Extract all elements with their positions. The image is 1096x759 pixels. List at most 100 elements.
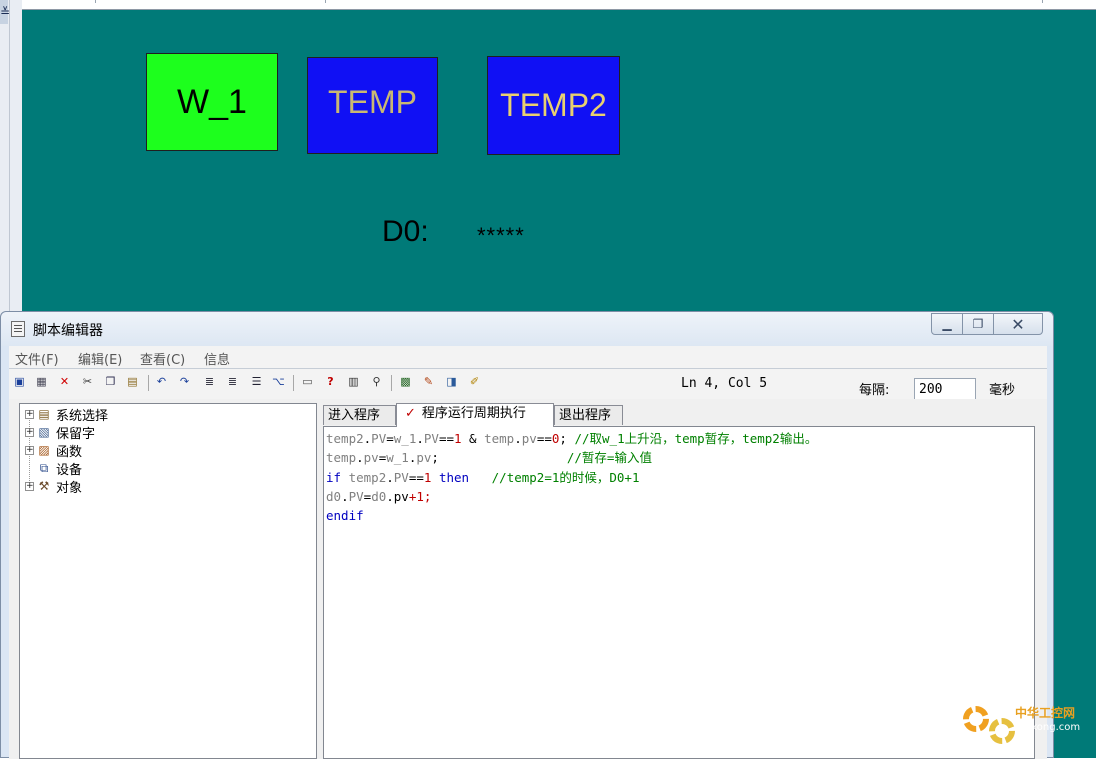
code-token: ;	[431, 450, 439, 466]
temp-indicator[interactable]: TEMP	[307, 57, 438, 154]
code-line[interactable]: temp2.PV=w_1.PV==1 & temp.pv==0; //取w_1上…	[326, 429, 1034, 448]
code-token: =	[386, 431, 394, 446]
script-icon	[11, 321, 25, 337]
code-token: pv	[393, 488, 409, 504]
device-icon: ⧉	[39, 461, 49, 475]
code-token: PV	[348, 488, 364, 504]
code-line[interactable]: endif	[326, 506, 1034, 525]
message-icon[interactable]: ▭	[300, 374, 315, 389]
tab-exit-program[interactable]: 退出程序	[554, 405, 623, 425]
code-token: pv	[363, 450, 379, 466]
code-line[interactable]: if temp2.PV==1 then //temp2=1的时候，D0+1	[326, 468, 1034, 487]
code-token: ==	[438, 431, 454, 446]
code-token: ==	[408, 469, 424, 485]
function-icon: ▨	[38, 443, 50, 457]
outdent-icon[interactable]: ≣	[225, 374, 240, 389]
tree-item-system[interactable]: + ▤ 系统选择	[25, 405, 108, 424]
undo-icon[interactable]: ↶	[154, 374, 169, 389]
book-icon[interactable]: ▥	[346, 374, 361, 389]
code-token: d0	[371, 488, 387, 504]
gear-icon	[989, 718, 1015, 744]
save-all-icon[interactable]: ▦	[34, 374, 49, 389]
cut-icon[interactable]: ✂	[80, 374, 95, 389]
watermark-text: 中华工控网	[1015, 706, 1076, 720]
tree-item-label: 对象	[56, 480, 83, 496]
d0-label: D0:	[382, 215, 429, 248]
code-editor[interactable]: temp2.PV=w_1.PV==1 & temp.pv==0; //取w_1上…	[323, 426, 1035, 759]
pen-icon[interactable]: ✐	[467, 374, 482, 389]
watermark-url: gkong.com	[1025, 722, 1081, 733]
image-icon[interactable]: ▩	[398, 374, 413, 389]
minimize-button[interactable]: ▁	[931, 313, 963, 335]
tree-item-reserved[interactable]: + ▧ 保留字	[25, 423, 96, 442]
w1-indicator[interactable]: W_1	[146, 53, 278, 151]
tab-enter-program[interactable]: 进入程序	[323, 405, 396, 425]
maximize-button[interactable]: ❐	[962, 313, 994, 335]
expand-icon[interactable]: +	[25, 445, 34, 455]
code-token: endif	[326, 508, 364, 524]
toolbar: ▣ ▦ ✕ ✂ ❐ ▤ ↶ ↷ ≣ ≣ ☰ ⌥ ▭ ? ▥ ⚲ ▩ ✎ ◨ ✐	[9, 369, 1047, 399]
save-icon[interactable]: ▣	[12, 374, 27, 389]
copy-icon[interactable]: ❐	[103, 374, 118, 389]
tree-item-objects[interactable]: + ⚒ 对象	[25, 477, 83, 496]
function-tree[interactable]: + ▤ 系统选择 + ▧ 保留字 + ▨ 函数 ⧉ 设备 + ⚒ 对象	[19, 403, 317, 759]
code-token: pv	[521, 431, 537, 446]
delete-icon[interactable]: ✕	[57, 374, 72, 389]
editor-client-area: + ▤ 系统选择 + ▧ 保留字 + ▨ 函数 ⧉ 设备 + ⚒ 对象 进入程序…	[9, 399, 1047, 759]
menu-file[interactable]: 文件(F)	[15, 349, 59, 368]
title-bar[interactable]: 脚本编辑器 ▁ ❐ ✕	[1, 312, 1053, 346]
code-token: temp	[326, 450, 357, 466]
folder-icon: ▤	[38, 407, 50, 421]
toolbar-separator	[391, 375, 392, 391]
tab-label: 退出程序	[559, 408, 612, 423]
tab-cycle-program[interactable]: ✓ 程序运行周期执行	[396, 403, 554, 427]
close-button[interactable]: ✕	[993, 313, 1043, 335]
toolbar-separator	[293, 375, 294, 391]
cursor-position: Ln 4, Col 5	[681, 376, 768, 391]
help-icon[interactable]: ?	[323, 374, 338, 389]
indent-icon[interactable]: ≣	[202, 374, 217, 389]
check-icon: ✓	[405, 406, 416, 421]
code-line[interactable]: d0.PV=d0.pv+1;	[326, 487, 1034, 506]
tab-label: 进入程序	[328, 408, 381, 423]
tree-item-devices[interactable]: ⧉ 设备	[25, 459, 82, 478]
code-token: PV	[393, 469, 409, 485]
code-token: 1	[454, 431, 462, 446]
code-token: .	[356, 450, 364, 466]
code-token: then	[438, 469, 470, 485]
watermark: 中华工控网 gkong.com	[955, 700, 1085, 752]
code-token: .	[386, 488, 394, 504]
menu-view[interactable]: 查看(C)	[140, 349, 185, 368]
d0-value-display[interactable]: *****	[477, 223, 525, 249]
tree-item-functions[interactable]: + ▨ 函数	[25, 441, 82, 460]
wrench-icon[interactable]: ⚲	[369, 374, 384, 389]
toolbar-separator	[148, 375, 149, 391]
script-editor-window: 脚本编辑器 ▁ ❐ ✕ 文件(F) 编辑(E) 查看(C) 信息 ▣ ▦ ✕ ✂…	[0, 311, 1054, 759]
code-token: //temp2=1的时候，D0+1	[469, 469, 640, 485]
object-icon[interactable]: ◨	[444, 374, 459, 389]
code-token: .	[341, 488, 349, 504]
expand-icon[interactable]: +	[25, 409, 34, 419]
temp2-label: TEMP2	[500, 87, 607, 123]
code-token: +1;	[408, 488, 432, 504]
interval-input[interactable]: 200	[914, 378, 976, 400]
code-token: &	[461, 431, 485, 446]
code-token: .	[416, 431, 424, 446]
comment-icon[interactable]: ☰	[249, 374, 264, 389]
code-token: //暂存=输入值	[438, 450, 652, 466]
left-panel-tab[interactable]: ≚	[0, 0, 10, 24]
objects-icon: ⚒	[38, 479, 50, 493]
temp2-indicator[interactable]: TEMP2	[487, 56, 620, 155]
menu-edit[interactable]: 编辑(E)	[78, 349, 122, 368]
menu-info[interactable]: 信息	[204, 349, 230, 368]
uncomment-icon[interactable]: ⌥	[271, 374, 286, 389]
edit-note-icon[interactable]: ✎	[421, 374, 436, 389]
code-token: PV	[423, 431, 439, 446]
code-line[interactable]: temp.pv=w_1.pv; //暂存=输入值	[326, 448, 1034, 467]
tree-item-label: 保留字	[56, 426, 96, 442]
expand-icon[interactable]: +	[25, 427, 34, 437]
expand-icon[interactable]: +	[25, 481, 34, 491]
paste-icon[interactable]: ▤	[125, 374, 140, 389]
redo-icon[interactable]: ↷	[177, 374, 192, 389]
